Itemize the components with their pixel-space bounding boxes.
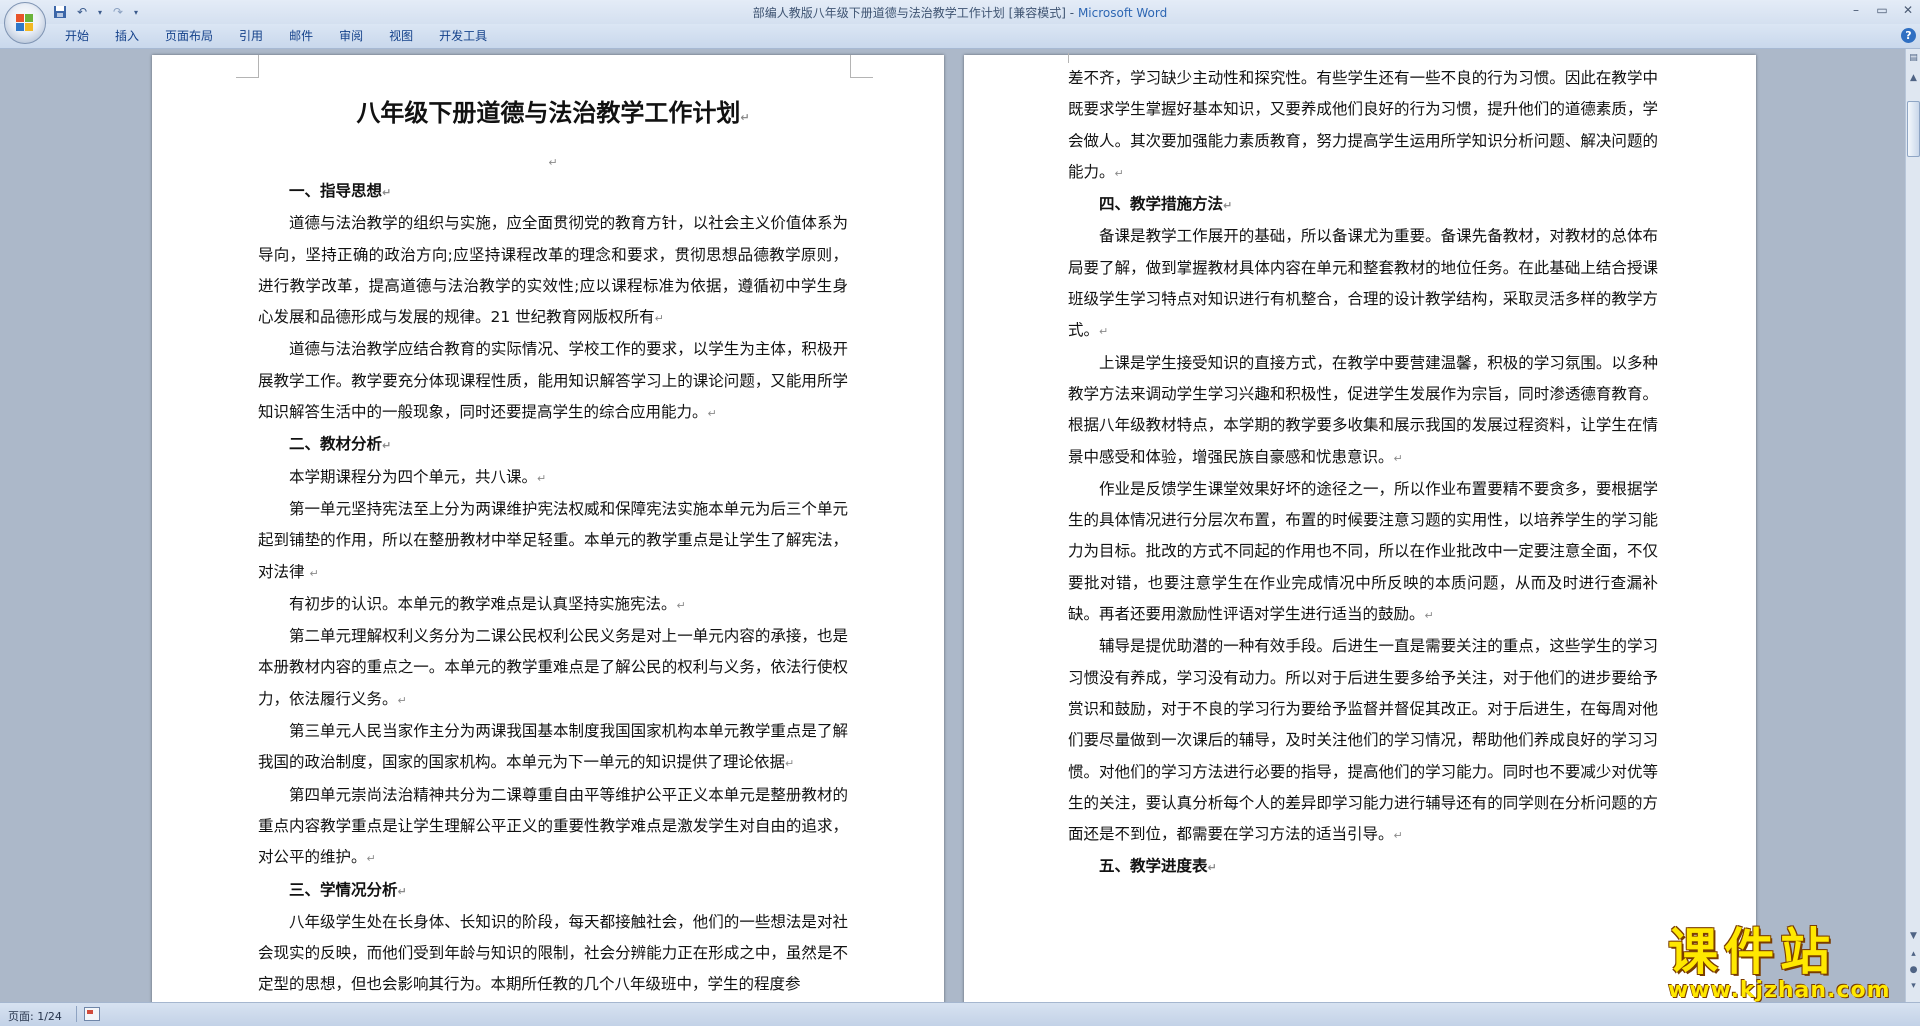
paragraph: 第三单元人民当家作主分为两课我国基本制度我国国家机构本单元教学重点是了解我国的政… — [258, 722, 848, 772]
app-name: Microsoft Word — [1077, 6, 1168, 20]
section-heading: 一、指导思想↵ — [289, 182, 392, 200]
empty-paragraph: ↵ — [548, 156, 558, 169]
paragraph: 差不齐，学习缺少主动性和探究性。有些学生还有一些不良的行为习惯。因此在教学中既要… — [1068, 69, 1658, 181]
tab-view[interactable]: 视图 — [376, 24, 426, 48]
paragraph: 有初步的认识。本单元的教学难点是认真坚持实施宪法。↵ — [289, 594, 686, 613]
proofing-status-icon[interactable] — [84, 1007, 100, 1021]
paragraph: 道德与法治教学应结合教育的实际情况、学校工作的要求，以学生为主体，积极开展教学工… — [258, 340, 848, 422]
paragraph: 第一单元坚持宪法至上分为两课维护宪法权威和保障宪法实施本单元为后三个单元起到铺垫… — [258, 499, 848, 581]
tab-home[interactable]: 开始 — [52, 24, 102, 48]
close-button[interactable]: ✕ — [1900, 2, 1916, 18]
paragraph: 道德与法治教学的组织与实施，应全面贯彻党的教育方针，以社会主义价值体系为导向，坚… — [258, 214, 848, 327]
status-bar: 页面: 1/24 — [0, 1002, 1920, 1026]
tab-page-layout[interactable]: 页面布局 — [152, 24, 226, 48]
page-body: 八年级下册道德与法治教学工作计划↵ ↵ 一、指导思想↵ 道德与法治教学的组织与实… — [258, 67, 848, 1001]
tab-developer[interactable]: 开发工具 — [426, 24, 500, 48]
title-bar: ↶ ▾ ↷ ▾ 部编人教版八年级下册道德与法治教学工作计划 [兼容模式] - M… — [0, 0, 1920, 24]
window-title: 部编人教版八年级下册道德与法治教学工作计划 [兼容模式] - Microsoft… — [752, 6, 1168, 20]
tab-review[interactable]: 审阅 — [326, 24, 376, 48]
browse-object-icon[interactable]: ● — [1907, 963, 1920, 977]
paragraph: 第二单元理解权利义务分为二课公民权利公民义务是对上一单元内容的承接，也是本册教材… — [258, 627, 848, 708]
tab-mailings[interactable]: 邮件 — [276, 24, 326, 48]
watermark-name: 课件站 — [1668, 923, 1836, 981]
ribbon-tabs: 开始 插入 页面布局 引用 邮件 审阅 视图 开发工具 — [52, 24, 500, 48]
paragraph: 八年级学生处在长身体、长知识的阶段，每天都接触社会，他们的一些想法是对社会现实的… — [258, 912, 848, 994]
tab-insert[interactable]: 插入 — [102, 24, 152, 48]
maximize-button[interactable]: ▭ — [1874, 2, 1890, 18]
section-heading: 三、学情况分析↵ — [289, 880, 407, 899]
paragraph: 第四单元崇尚法治精神共分为二课尊重自由平等维护公平正义本单元是整册教材的重点内容… — [258, 785, 848, 867]
minimize-button[interactable]: – — [1848, 2, 1864, 18]
vertical-scrollbar[interactable]: ▤ ▲ ▼ ▴ ● ▾ — [1905, 49, 1920, 1002]
document-area: 八年级下册道德与法治教学工作计划↵ ↵ 一、指导思想↵ 道德与法治教学的组织与实… — [0, 49, 1905, 1002]
paragraph: 备课是教学工作展开的基础，所以备课尤为重要。备课先备教材，对教材的总体布局要了解… — [1068, 227, 1658, 340]
scrollbar-thumb[interactable] — [1907, 101, 1920, 157]
document-page-2[interactable]: 差不齐，学习缺少主动性和探究性。有些学生还有一些不良的行为习惯。因此在教学中既要… — [964, 53, 1756, 1002]
section-heading: 四、教学措施方法↵ — [1099, 195, 1233, 214]
tab-references[interactable]: 引用 — [226, 24, 276, 48]
office-button[interactable] — [4, 2, 46, 44]
margin-corner-mark — [850, 55, 873, 78]
previous-page-icon[interactable]: ▴ — [1907, 947, 1920, 961]
paragraph: 辅导是提优助潜的一种有效手段。后进生一直是需要关注的重点，这些学生的学习习惯没有… — [1068, 637, 1658, 844]
watermark-url: www.kjzhan.com — [1668, 978, 1891, 1003]
ribbon: 开始 插入 页面布局 引用 邮件 审阅 视图 开发工具 ? — [0, 24, 1920, 49]
paragraph: 作业是反馈学生课堂效果好坏的途径之一，所以作业布置要精不要贪多，要根据学生的具体… — [1068, 479, 1658, 624]
ruler-toggle-icon[interactable]: ▤ — [1907, 51, 1920, 65]
paragraph: 本学期课程分为四个单元，共八课。↵ — [289, 467, 547, 486]
scroll-down-icon[interactable]: ▼ — [1907, 929, 1920, 943]
margin-corner-mark — [1046, 53, 1069, 63]
document-page-1[interactable]: 八年级下册道德与法治教学工作计划↵ ↵ 一、指导思想↵ 道德与法治教学的组织与实… — [152, 55, 944, 1002]
office-logo-icon — [16, 14, 34, 32]
paragraph: 上课是学生接受知识的直接方式，在教学中要营建温馨，积极的学习氛围。以多种教学方法… — [1068, 353, 1658, 466]
margin-corner-mark — [236, 55, 259, 78]
scroll-up-icon[interactable]: ▲ — [1907, 71, 1920, 85]
document-name: 部编人教版八年级下册道德与法治教学工作计划 [兼容模式] — [752, 6, 1066, 20]
page-body: 差不齐，学习缺少主动性和探究性。有些学生还有一些不良的行为习惯。因此在教学中既要… — [1068, 63, 1658, 884]
status-separator — [76, 1006, 77, 1022]
section-heading: 五、教学进度表↵ — [1099, 857, 1217, 876]
help-button[interactable]: ? — [1901, 28, 1916, 43]
page-indicator[interactable]: 页面: 1/24 — [8, 1008, 62, 1024]
window-controls: – ▭ ✕ — [1848, 2, 1916, 18]
next-page-icon[interactable]: ▾ — [1907, 979, 1920, 993]
watermark-logo: 课件站 www.kjzhan.com — [1668, 923, 1898, 1003]
document-title: 八年级下册道德与法治教学工作计划↵ — [356, 99, 750, 127]
section-heading: 二、教材分析↵ — [289, 435, 392, 454]
